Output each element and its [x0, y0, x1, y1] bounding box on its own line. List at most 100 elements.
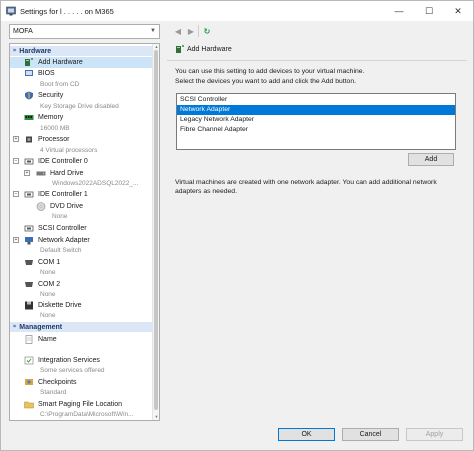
close-button[interactable]: ✕	[443, 1, 473, 21]
expand-icon[interactable]: +	[24, 170, 30, 176]
tree-item-detail: Standard	[40, 389, 67, 396]
vm-select[interactable]: MOFA ▼	[9, 24, 160, 39]
intro-text-1: You can use this setting to add devices …	[175, 68, 365, 75]
name-document-icon	[25, 335, 33, 344]
tree-item-bios[interactable]: BIOS	[10, 68, 152, 79]
window-title: Settings for l . . . . . on M365	[20, 6, 114, 16]
dialog-footer: OK Cancel Apply	[1, 425, 473, 447]
hard-drive-icon	[36, 171, 46, 176]
tree-item-security[interactable]: Security	[10, 90, 152, 101]
management-section-label: Management	[19, 323, 63, 331]
device-option[interactable]: Legacy Network Adapter	[177, 115, 455, 125]
vm-select-value: MOFA	[13, 28, 33, 35]
tree-item-detail: Default Switch	[40, 247, 82, 254]
tree-item-detail: 4 Virtual processors	[40, 147, 98, 154]
tree-item-label: Diskette Drive	[38, 302, 82, 309]
tree-item-label: Smart Paging File Location	[38, 401, 123, 408]
device-option-selected[interactable]: Network Adapter	[177, 105, 455, 115]
collapse-icon[interactable]: −	[13, 191, 19, 197]
tree-item-label: Integration Services	[38, 357, 100, 364]
tree-item-ide-controller-1[interactable]: − IDE Controller 1	[10, 189, 152, 200]
diskette-icon	[25, 301, 33, 310]
tree-item-com-1[interactable]: COM 1	[10, 257, 152, 268]
folder-icon	[24, 401, 34, 409]
tree-item-com-2[interactable]: COM 2	[10, 279, 152, 290]
bios-chip-icon	[25, 70, 33, 76]
tree-item-detail: Boot from CD	[40, 81, 80, 88]
tree-item-detail: Windows2022ADSQL2022_...	[52, 180, 139, 187]
tree-item-scsi-controller[interactable]: SCSI Controller	[10, 223, 152, 234]
tree-item-label: COM 1	[38, 259, 61, 266]
intro-text-2: Select the devices you want to add and c…	[175, 78, 356, 85]
tree-item-memory[interactable]: Memory	[10, 112, 152, 123]
tree-item-label: SCSI Controller	[38, 225, 87, 232]
ok-button[interactable]: OK	[278, 428, 335, 441]
tree-item-label: COM 2	[38, 281, 61, 288]
details-panel: Add Hardware You can use this setting to…	[167, 43, 467, 421]
expand-icon[interactable]: +	[13, 136, 19, 142]
collapse-icon[interactable]: −	[13, 158, 19, 164]
tree-item-ide-controller-0[interactable]: − IDE Controller 0	[10, 156, 152, 167]
collapse-chevron-icon: ≈	[13, 48, 17, 54]
tree-item-label: Security	[38, 92, 64, 99]
settings-window: Settings for l . . . . . on M365 — ☐ ✕ M…	[0, 0, 474, 451]
processor-icon	[26, 136, 32, 143]
network-adapter-icon	[25, 237, 33, 245]
tree-item-label: IDE Controller 1	[38, 191, 88, 198]
tree-item-label: Memory	[38, 114, 64, 121]
apply-button[interactable]: Apply	[406, 428, 463, 441]
tree-item-label: Checkpoints	[38, 379, 77, 386]
tree-item-label: Add Hardware	[38, 59, 83, 66]
shield-icon	[25, 91, 33, 100]
refresh-button[interactable]: ↻	[201, 25, 213, 37]
tree-item-add-hardware[interactable]: Add Hardware	[10, 57, 152, 68]
scsi-controller-icon	[24, 225, 34, 232]
tree-item-detail: C:\ProgramData\Microsoft\Win...	[40, 411, 134, 418]
tree-item-detail: None	[52, 213, 68, 220]
com-port-icon	[25, 260, 33, 265]
scroll-down-icon[interactable]: ▼	[153, 414, 159, 420]
ide-controller-icon	[24, 158, 34, 165]
device-list[interactable]: SCSI Controller Network Adapter Legacy N…	[176, 93, 456, 150]
management-section-header[interactable]: ≈ Management	[10, 322, 152, 332]
minimize-button[interactable]: —	[384, 1, 414, 21]
chevron-down-icon: ▼	[150, 28, 156, 34]
hardware-section-header[interactable]: ≈ Hardware	[10, 46, 152, 56]
tree-scrollbar[interactable]: ▲ ▼	[152, 44, 159, 420]
forward-button[interactable]: ▶	[185, 25, 197, 37]
toolbar-divider	[198, 25, 199, 37]
tree-item-detail: None	[40, 291, 56, 298]
toolbar: MOFA ▼ ◀ ▶ ↻	[1, 23, 473, 41]
add-hardware-icon	[176, 45, 184, 53]
device-option[interactable]: Fibre Channel Adapter	[177, 125, 455, 135]
tree-item-detail: Key Storage Drive disabled	[40, 103, 119, 110]
panel-header: Add Hardware	[167, 43, 467, 56]
checkpoint-icon	[25, 379, 33, 385]
back-button[interactable]: ◀	[172, 25, 184, 37]
scrollbar-thumb[interactable]	[154, 50, 158, 410]
tree-item-diskette-drive[interactable]: Diskette Drive	[10, 300, 152, 311]
tree-item-smart-paging[interactable]: Smart Paging File Location	[10, 399, 152, 410]
add-button[interactable]: Add	[408, 153, 454, 166]
settings-app-icon	[6, 6, 16, 16]
dvd-disc-icon	[36, 202, 46, 211]
tree-item-detail: None	[40, 269, 56, 276]
tree-item-label: Network Adapter	[38, 237, 90, 244]
tree-item-network-adapter[interactable]: + Network Adapter	[10, 235, 152, 246]
tree-item-dvd-drive[interactable]: DVD Drive	[10, 201, 152, 212]
tree-item-checkpoints[interactable]: Checkpoints	[10, 377, 152, 388]
device-option[interactable]: SCSI Controller	[177, 95, 455, 105]
tree-item-processor[interactable]: + Processor	[10, 134, 152, 145]
tree-item-hard-drive[interactable]: + Hard Drive	[10, 168, 152, 179]
ide-controller-icon	[24, 191, 34, 198]
tree-item-integration-services[interactable]: Integration Services	[10, 355, 152, 366]
tree-item-detail: None	[40, 312, 56, 319]
add-hardware-icon	[25, 58, 33, 66]
tree-item-name[interactable]: Name	[10, 334, 152, 345]
note-text-2: adapters as needed.	[175, 188, 237, 195]
expand-icon[interactable]: +	[13, 237, 19, 243]
memory-icon	[24, 115, 34, 120]
maximize-button[interactable]: ☐	[414, 1, 444, 21]
cancel-button[interactable]: Cancel	[342, 428, 399, 441]
settings-tree: ≈ Hardware Add Hardware BIOS Boot from C…	[9, 43, 160, 421]
